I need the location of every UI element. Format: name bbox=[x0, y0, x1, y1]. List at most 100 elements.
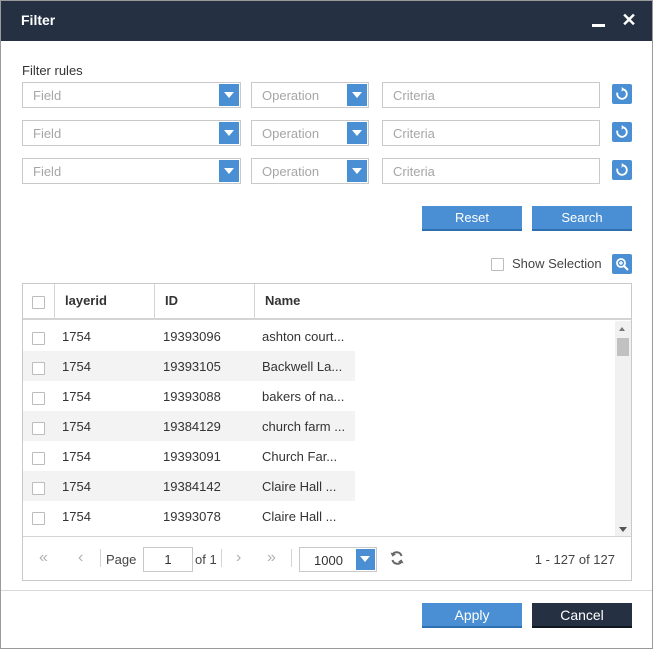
column-header-id[interactable]: ID bbox=[155, 284, 255, 318]
dialog-title: Filter bbox=[21, 12, 56, 28]
chevron-down-icon[interactable] bbox=[347, 160, 367, 182]
cell-id: 19384142 bbox=[163, 479, 221, 494]
filter-dialog: Filter ✕ Filter rules Field Operation Fi… bbox=[0, 0, 653, 649]
reset-rule-icon[interactable] bbox=[612, 122, 632, 142]
operation-select[interactable]: Operation bbox=[251, 82, 369, 108]
grid-pager: « ‹ Page of 1 › » 1000 1 - 127 of 127 bbox=[23, 536, 631, 580]
cancel-button[interactable]: Cancel bbox=[532, 603, 632, 628]
next-page-icon[interactable]: › bbox=[236, 550, 241, 566]
column-header-layerid[interactable]: layerid bbox=[55, 284, 155, 318]
page-size-value: 1000 bbox=[314, 553, 343, 568]
page-number-input[interactable] bbox=[143, 547, 193, 572]
minimize-icon[interactable] bbox=[592, 13, 606, 29]
zoom-selection-icon[interactable] bbox=[612, 254, 632, 274]
grid-body: 1754 19393096 ashton court... 1754 19393… bbox=[23, 321, 631, 536]
table-row[interactable]: 1754 19393105 Backwell La... bbox=[23, 351, 615, 381]
table-row[interactable]: 1754 19384142 Claire Hall ... bbox=[23, 471, 615, 501]
field-select-placeholder: Field bbox=[33, 126, 62, 141]
reset-button[interactable]: Reset bbox=[422, 206, 522, 231]
row-checkbox[interactable] bbox=[32, 332, 45, 345]
cell-layerid: 1754 bbox=[62, 479, 91, 494]
last-page-icon[interactable]: » bbox=[267, 550, 276, 566]
reset-rule-icon[interactable] bbox=[612, 160, 632, 180]
cell-name: Backwell La... bbox=[262, 359, 343, 374]
cell-layerid: 1754 bbox=[62, 359, 91, 374]
cell-name: ashton court... bbox=[262, 329, 345, 344]
cell-name: Church Far... bbox=[262, 449, 338, 464]
field-select[interactable]: Field bbox=[22, 82, 241, 108]
row-checkbox[interactable] bbox=[32, 392, 45, 405]
field-select-placeholder: Field bbox=[33, 88, 62, 103]
field-select[interactable]: Field bbox=[22, 158, 241, 184]
operation-select-placeholder: Operation bbox=[262, 164, 320, 179]
chevron-down-icon[interactable] bbox=[219, 122, 239, 144]
header-select-cell bbox=[23, 284, 55, 318]
criteria-input[interactable] bbox=[382, 158, 600, 184]
record-count: 1 - 127 of 127 bbox=[534, 552, 615, 567]
cell-layerid: 1754 bbox=[62, 509, 91, 524]
filter-rule-row: Field Operation bbox=[22, 120, 634, 146]
previous-page-icon[interactable]: ‹ bbox=[78, 550, 83, 566]
scroll-thumb[interactable] bbox=[617, 338, 629, 356]
select-all-checkbox[interactable] bbox=[32, 296, 45, 309]
cell-name: bakers of na... bbox=[262, 389, 345, 404]
cell-layerid: 1754 bbox=[62, 329, 91, 344]
reset-rule-icon[interactable] bbox=[612, 84, 632, 104]
cell-layerid: 1754 bbox=[62, 419, 91, 434]
criteria-input[interactable] bbox=[382, 82, 600, 108]
operation-select-placeholder: Operation bbox=[262, 126, 320, 141]
cell-id: 19393096 bbox=[163, 329, 221, 344]
table-row[interactable]: 1754 19393091 Church Far... bbox=[23, 441, 615, 471]
first-page-icon[interactable]: « bbox=[39, 550, 48, 566]
chevron-down-icon[interactable] bbox=[356, 549, 375, 570]
operation-select-placeholder: Operation bbox=[262, 88, 320, 103]
grid-scrollbar[interactable] bbox=[615, 321, 631, 536]
row-checkbox[interactable] bbox=[32, 422, 45, 435]
chevron-down-icon[interactable] bbox=[347, 122, 367, 144]
row-checkbox[interactable] bbox=[32, 362, 45, 375]
close-icon[interactable]: ✕ bbox=[621, 11, 637, 29]
scroll-up-icon[interactable] bbox=[619, 327, 625, 331]
grid-header: layerid ID Name bbox=[23, 284, 631, 320]
operation-select[interactable]: Operation bbox=[251, 120, 369, 146]
filter-rules-label: Filter rules bbox=[22, 63, 83, 78]
row-checkbox[interactable] bbox=[32, 452, 45, 465]
row-checkbox[interactable] bbox=[32, 512, 45, 525]
chevron-down-icon[interactable] bbox=[219, 160, 239, 182]
cell-layerid: 1754 bbox=[62, 449, 91, 464]
table-row[interactable]: 1754 19393078 Claire Hall ... bbox=[23, 501, 615, 531]
table-row[interactable]: 1754 19393088 bakers of na... bbox=[23, 381, 615, 411]
chevron-down-icon[interactable] bbox=[219, 84, 239, 106]
cell-id: 19393105 bbox=[163, 359, 221, 374]
chevron-down-icon[interactable] bbox=[347, 84, 367, 106]
operation-select[interactable]: Operation bbox=[251, 158, 369, 184]
refresh-icon[interactable] bbox=[389, 550, 405, 569]
page-size-select[interactable]: 1000 bbox=[299, 547, 377, 572]
column-header-name[interactable]: Name bbox=[255, 284, 631, 318]
cell-name: church farm ... bbox=[262, 419, 346, 434]
search-button[interactable]: Search bbox=[532, 206, 632, 231]
cell-id: 19393078 bbox=[163, 509, 221, 524]
criteria-input[interactable] bbox=[382, 120, 600, 146]
cell-name: Claire Hall ... bbox=[262, 479, 337, 494]
field-select-placeholder: Field bbox=[33, 164, 62, 179]
table-row[interactable]: 1754 19393096 ashton court... bbox=[23, 321, 615, 351]
title-bar[interactable]: Filter ✕ bbox=[1, 1, 652, 41]
show-selection-label: Show Selection bbox=[512, 256, 602, 271]
filter-rule-row: Field Operation bbox=[22, 158, 634, 184]
results-grid: layerid ID Name 1754 19393096 ashton cou… bbox=[22, 283, 632, 581]
row-checkbox[interactable] bbox=[32, 482, 45, 495]
scroll-down-icon[interactable] bbox=[619, 527, 627, 532]
cell-layerid: 1754 bbox=[62, 389, 91, 404]
page-count-label: of 1 bbox=[195, 552, 217, 567]
cell-name: Claire Hall ... bbox=[262, 509, 337, 524]
footer-divider bbox=[1, 590, 652, 591]
page-label: Page bbox=[106, 552, 137, 567]
field-select[interactable]: Field bbox=[22, 120, 241, 146]
apply-button[interactable]: Apply bbox=[422, 603, 522, 628]
cell-id: 19393088 bbox=[163, 389, 221, 404]
table-row[interactable]: 1754 19384129 church farm ... bbox=[23, 411, 615, 441]
cell-id: 19384129 bbox=[163, 419, 221, 434]
show-selection-checkbox[interactable] bbox=[491, 258, 504, 271]
filter-rule-row: Field Operation bbox=[22, 82, 634, 108]
